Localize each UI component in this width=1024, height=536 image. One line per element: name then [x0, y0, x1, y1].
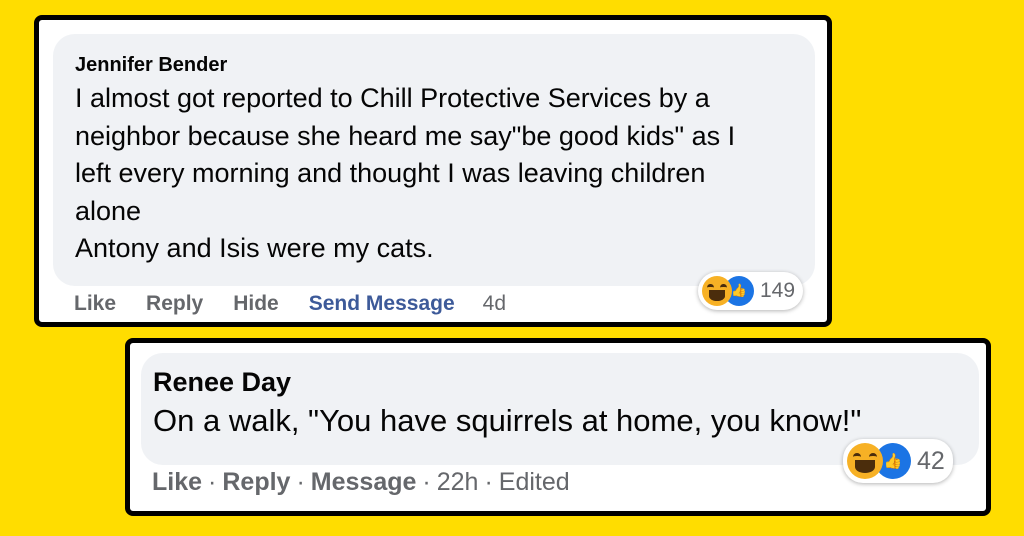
reaction-count: 149 — [760, 279, 796, 302]
comment-text-line: neighbor because she heard me say"be goo… — [75, 120, 736, 151]
comment-author[interactable]: Jennifer Bender — [75, 54, 227, 77]
like-button[interactable]: Like — [74, 292, 116, 316]
edited-label[interactable]: Edited — [499, 468, 570, 497]
reply-button[interactable]: Reply — [222, 468, 290, 497]
comment-text-line: Antony and Isis were my cats. — [75, 233, 434, 263]
comment-actions: Like · Reply · Message · 22h · Edited — [152, 468, 570, 497]
reaction-summary[interactable]: 👍 42 — [843, 439, 953, 483]
comment-bubble: Jennifer Bender I almost got reported to… — [53, 34, 815, 286]
comment-author[interactable]: Renee Day — [153, 367, 291, 398]
haha-icon — [702, 276, 732, 306]
reply-button[interactable]: Reply — [146, 292, 203, 316]
send-message-button[interactable]: Send Message — [309, 292, 455, 316]
reaction-count: 42 — [917, 446, 945, 475]
separator-dot: · — [296, 468, 305, 496]
message-button[interactable]: Message — [311, 468, 417, 497]
haha-icon — [847, 443, 883, 479]
comment-text-line: left every morning and thought I was lea… — [75, 158, 706, 188]
separator-dot: · — [422, 468, 431, 496]
like-button[interactable]: Like — [152, 468, 202, 497]
separator-dot: · — [208, 468, 217, 496]
hide-button[interactable]: Hide — [233, 292, 279, 316]
comment-card-renee: Renee Day On a walk, "You have squirrels… — [125, 338, 991, 516]
separator-dot: · — [484, 468, 493, 496]
comment-actions: Like Reply Hide Send Message 4d — [74, 292, 506, 316]
timestamp[interactable]: 22h — [437, 468, 479, 497]
comment-text-line: I almost got reported to Chill Protectiv… — [75, 83, 710, 113]
reaction-summary[interactable]: 👍 149 — [698, 272, 804, 310]
comment-text-line: alone — [75, 195, 142, 226]
comment-card-jennifer: Jennifer Bender I almost got reported to… — [34, 15, 832, 327]
comment-text: On a walk, "You have squirrels at home, … — [153, 403, 862, 438]
comment-text: I almost got reported to Chill Protectiv… — [75, 80, 815, 268]
timestamp[interactable]: 4d — [483, 292, 506, 316]
